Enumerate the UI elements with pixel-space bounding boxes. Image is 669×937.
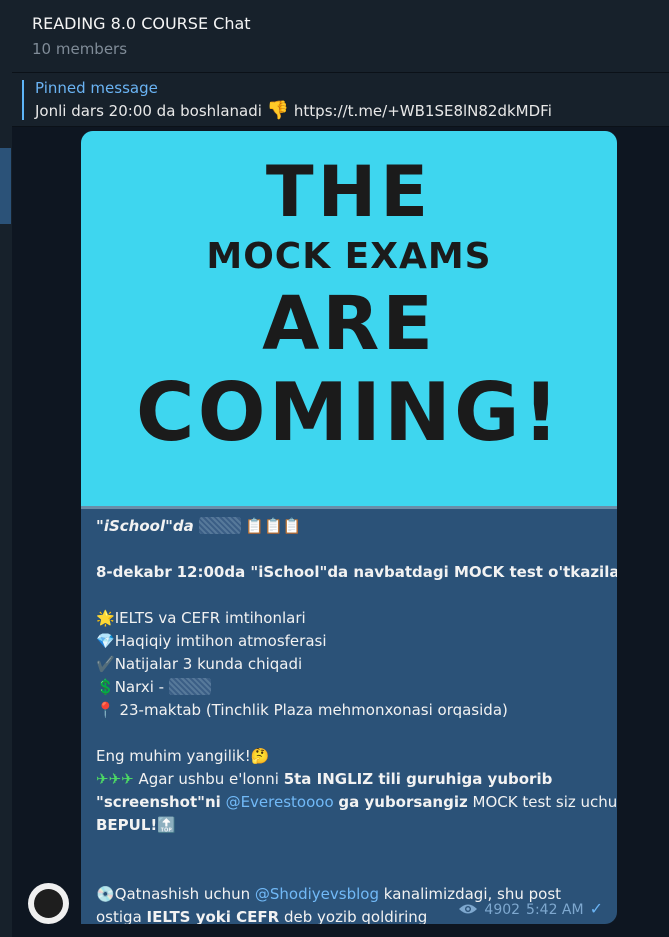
news-line: Eng muhim yangilik!🤔 [96, 745, 608, 768]
chat-window: READING 8.0 COURSE Chat 10 members Pinne… [0, 0, 669, 937]
thumbs-down-icon: 👎 [266, 100, 290, 121]
star-icon: 🌟 [96, 609, 115, 627]
promo-line-2: "screenshot"ni @Everestoooo ga yuborsang… [96, 791, 617, 814]
pinned-label: Pinned message [35, 79, 158, 97]
message-text: "iSchool"da 📋📋📋 8-dekabr 12:00da "iSchoo… [96, 515, 617, 924]
disc-icon: 💿 [96, 885, 115, 903]
time-text: 12:00da "iSchool"da navbatdagi MOCK test… [176, 563, 617, 581]
message-meta: 4902 5:42 AM ✓ [458, 899, 603, 918]
join-text-1: Qatnashish uchun [114, 885, 251, 903]
promo-bold-1: 5ta INGLIZ tili guruhiga yuborib [283, 770, 553, 788]
shodiyev-link[interactable]: @Shodiyevsblog [255, 885, 379, 903]
thinking-face-icon: 🤔 [250, 747, 270, 765]
feature-5-text: 23-maktab (Tinchlik Plaza mehmonxonasi o… [119, 701, 508, 719]
message-bubble[interactable]: THE MOCK EXAMS ARE COMING! "iSchool"da 📋… [81, 131, 617, 924]
feature-4: 💲Narxi - [96, 676, 608, 699]
member-count: 10 members [32, 40, 128, 58]
pinned-text-main: Jonli dars 20:00 da boshlanadi [35, 102, 262, 120]
feature-1: 🌟IELTS va CEFR imtihonlari [96, 607, 608, 630]
ischool-text: "iSchool"da [96, 517, 194, 535]
check-icon: ✓ [589, 899, 603, 918]
date-text: 8-dekabr [96, 563, 172, 581]
image-text-line-4: COMING! [135, 366, 563, 459]
promo-bold-2: "screenshot"ni [96, 793, 221, 811]
top-icon: 🔝 [157, 816, 176, 834]
message-time: 5:42 AM [526, 902, 584, 918]
join-bold: IELTS yoki CEFR [146, 908, 280, 924]
chat-header[interactable]: READING 8.0 COURSE Chat 10 members [12, 0, 669, 73]
promo-line-3: BEPUL!🔝 [96, 814, 608, 837]
eye-icon [459, 904, 478, 914]
text-line-1: "iSchool"da 📋📋📋 [96, 515, 608, 538]
promo-text-1: Agar ushbu e'lonni [138, 770, 279, 788]
promo-line-1: ✈✈✈ Agar ushbu e'lonni 5ta INGLIZ tili g… [96, 768, 608, 791]
hidden-price-spoiler[interactable] [168, 678, 211, 695]
feature-5: 📍 23-maktab (Tinchlik Plaza mehmonxonasi… [96, 699, 608, 722]
avatar[interactable] [28, 883, 69, 924]
hidden-spoiler[interactable] [198, 517, 241, 534]
pinned-message-bar[interactable]: Pinned message Jonli dars 20:00 da boshl… [12, 73, 669, 127]
checkmark-icon: ✔️ [96, 655, 115, 673]
pinned-text[interactable]: Jonli dars 20:00 da boshlanadi 👎 https:/… [35, 100, 552, 121]
text-line-date: 8-dekabr 12:00da "iSchool"da navbatdagi … [96, 561, 617, 584]
dollar-icon: 💲 [96, 678, 115, 696]
sidebar-active-indicator [0, 148, 11, 224]
feature-3: ✔️Natijalar 3 kunda chiqadi [96, 653, 608, 676]
feature-2-text: Haqiqiy imtihon atmosferasi [114, 632, 327, 650]
feature-1-text: IELTS va CEFR imtihonlari [114, 609, 306, 627]
news-text: Eng muhim yangilik! [96, 747, 251, 765]
image-text-line-1: THE [265, 151, 433, 233]
sidebar-edge [0, 0, 12, 937]
everest-link[interactable]: @Everestoooo [226, 793, 334, 811]
feature-3-text: Natijalar 3 kunda chiqadi [114, 655, 303, 673]
pinned-indicator [22, 80, 24, 120]
diamond-icon: 💎 [96, 632, 115, 650]
free-text: BEPUL! [96, 816, 158, 834]
chat-title[interactable]: READING 8.0 COURSE Chat [32, 14, 251, 33]
avatar-image [34, 889, 63, 918]
image-text-line-2: MOCK EXAMS [206, 236, 492, 277]
clipboard-icon: 📋📋📋 [245, 517, 302, 535]
promo-bold-3: ga yuborsangiz [338, 793, 468, 811]
join-text-4: deb yozib qoldiring [283, 908, 428, 924]
image-border [81, 506, 617, 509]
feature-4-text: Narxi - [114, 678, 165, 696]
location-pin-icon: 📍 [96, 701, 115, 719]
image-text-line-3: ARE [262, 281, 436, 367]
message-image[interactable]: THE MOCK EXAMS ARE COMING! [81, 131, 617, 509]
paper-plane-icon: ✈✈✈ [96, 770, 134, 788]
join-text-3: ostiga [96, 908, 142, 924]
pinned-link[interactable]: https://t.me/+WB1SE8lN82dkMDFi [294, 102, 552, 120]
feature-2: 💎Haqiqiy imtihon atmosferasi [96, 630, 608, 653]
view-count: 4902 [484, 902, 521, 918]
promo-text-2: MOCK test siz uchun [472, 793, 617, 811]
